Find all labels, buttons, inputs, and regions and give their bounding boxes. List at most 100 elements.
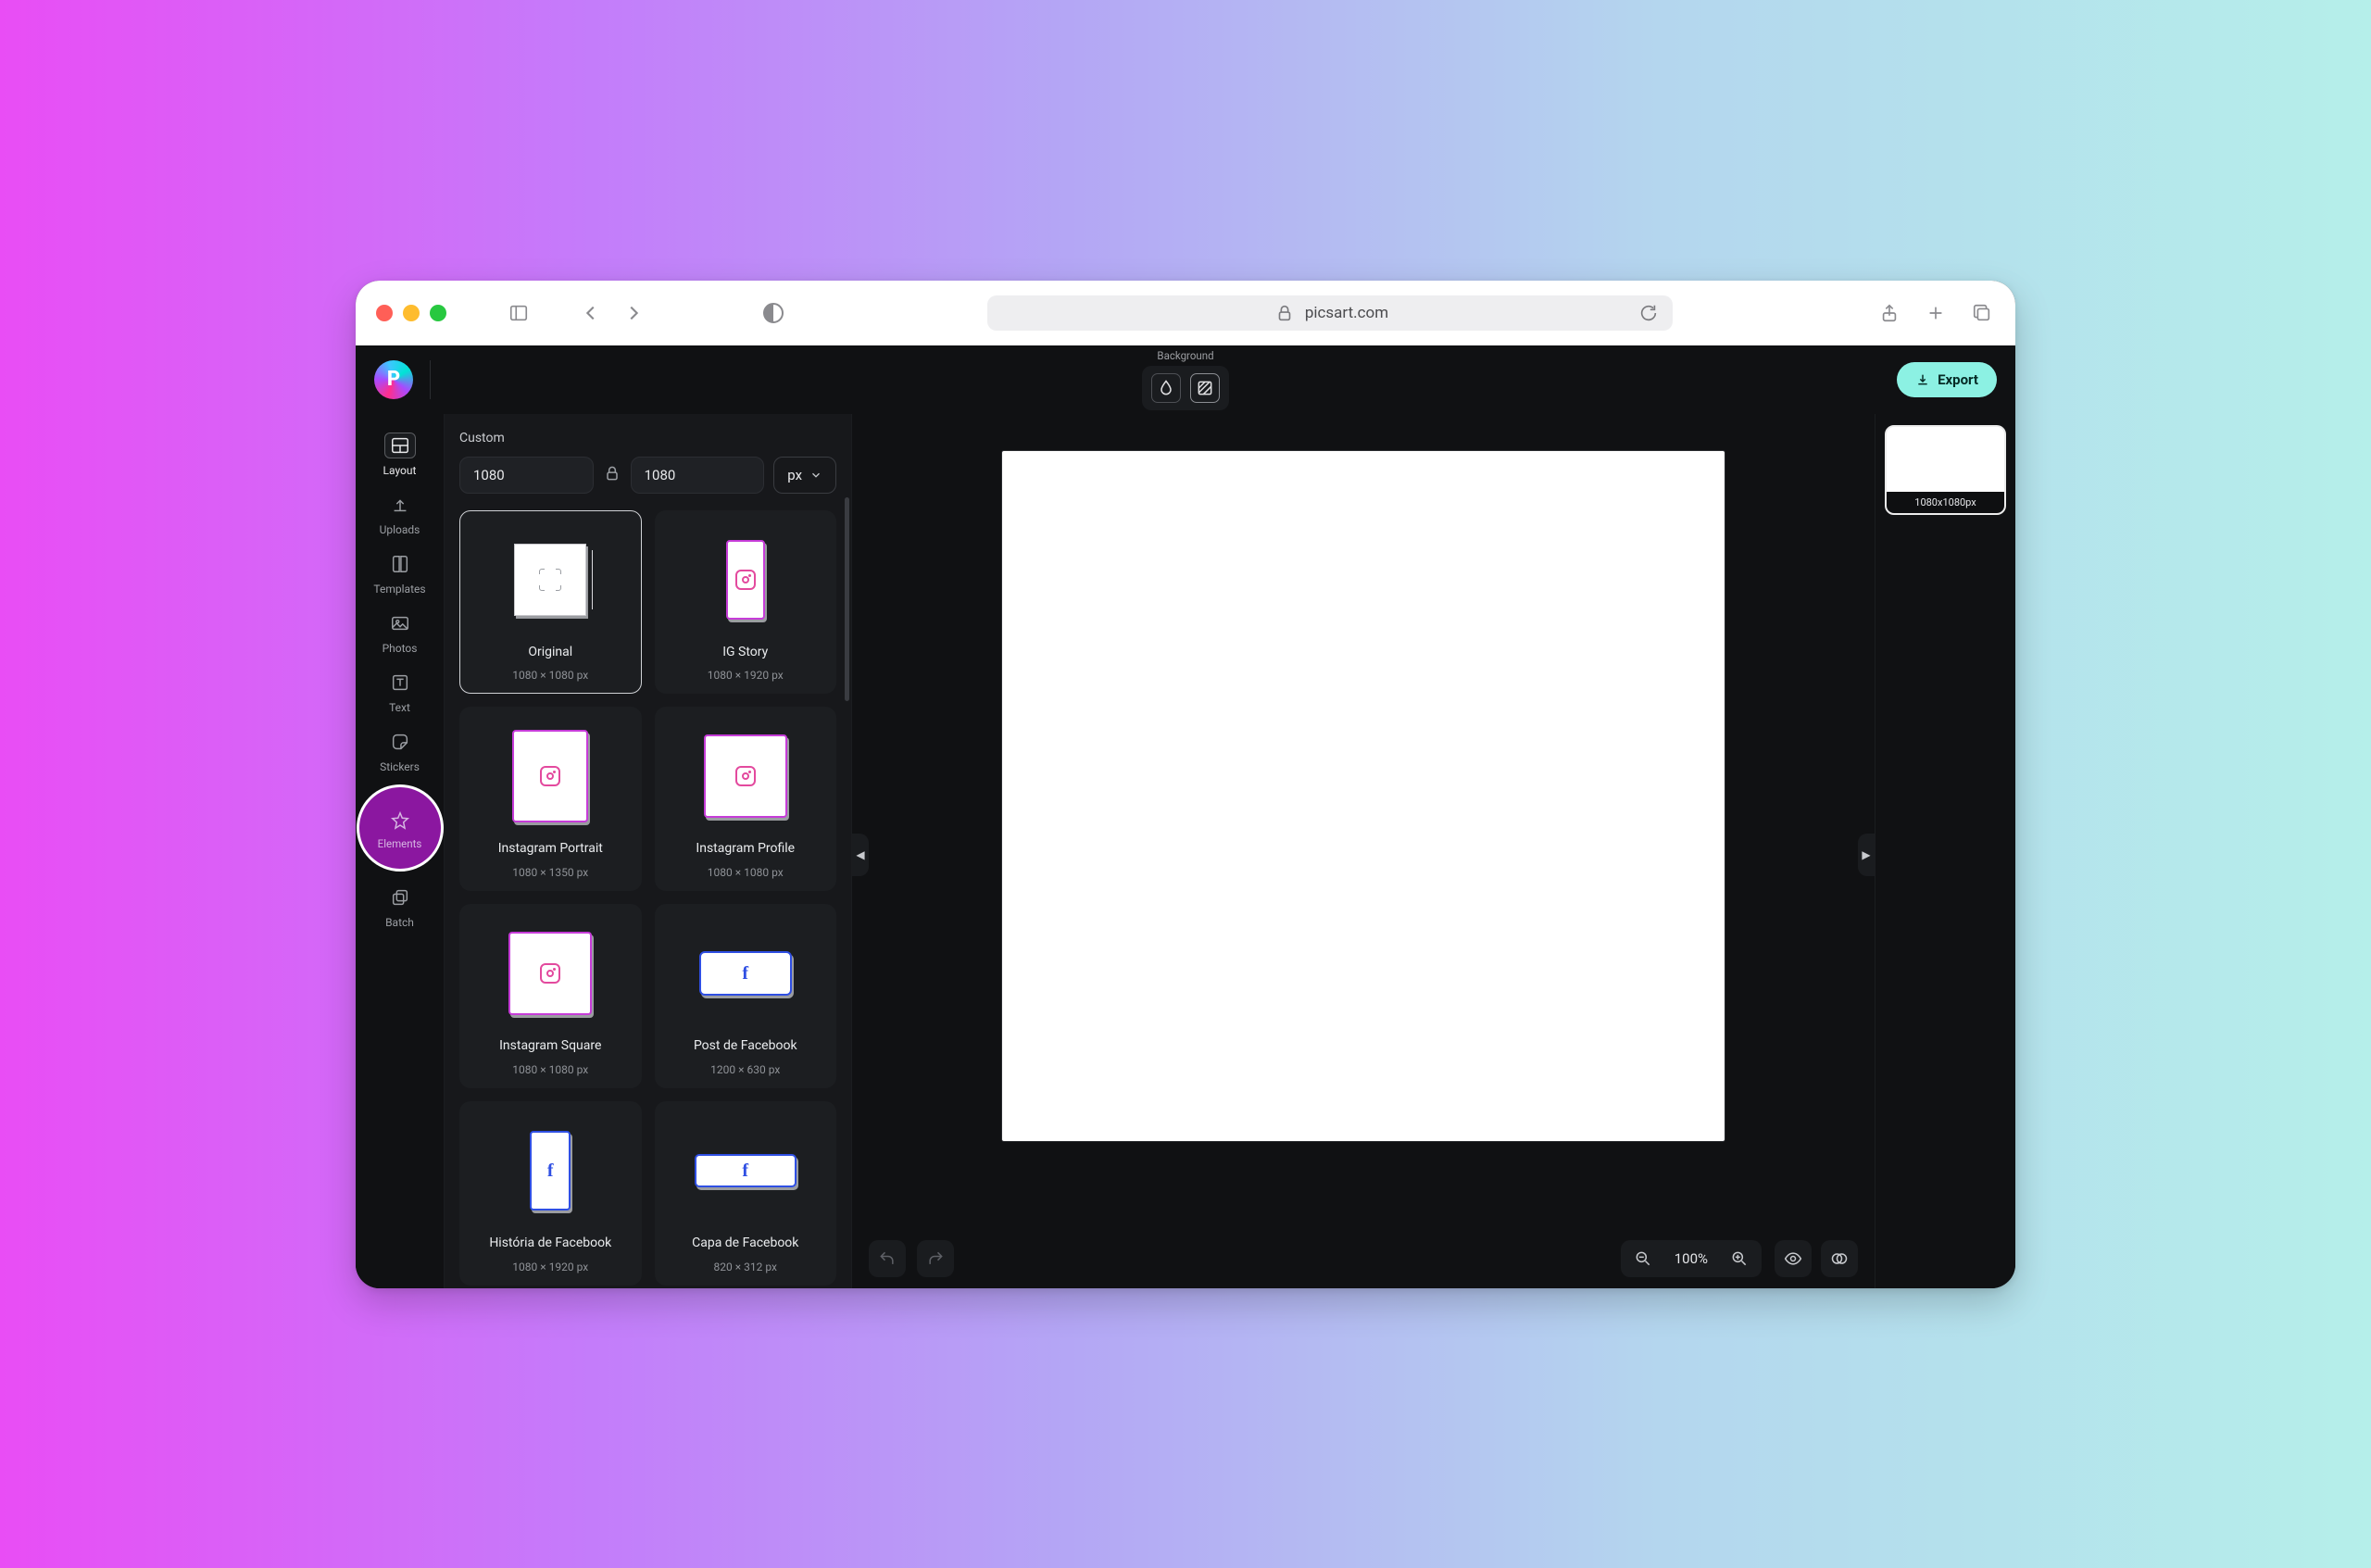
rail-item-label: Text	[389, 701, 410, 714]
preset-ig-square[interactable]: Instagram Square 1080 × 1080 px	[459, 904, 642, 1088]
preset-thumb	[508, 932, 592, 1015]
picsart-logo[interactable]	[374, 360, 413, 399]
panel-title: Custom	[459, 431, 836, 445]
preset-fb-story[interactable]: f História de Facebook 1080 × 1920 px	[459, 1101, 642, 1286]
zoom-level[interactable]: 100%	[1669, 1250, 1713, 1267]
collapse-right-panel[interactable]: ▶	[1858, 834, 1875, 876]
layout-panel: Custom 1080 1080 px Original	[445, 414, 852, 1288]
sidebar-toggle-icon[interactable]	[506, 300, 532, 326]
nav-forward-icon[interactable]	[621, 300, 646, 326]
preset-ig-portrait[interactable]: Instagram Portrait 1080 × 1350 px	[459, 707, 642, 891]
browser-window: picsart.com Background	[356, 281, 2015, 1288]
rail-item-photos[interactable]: Photos	[361, 603, 439, 660]
preset-name: Instagram Profile	[696, 841, 795, 857]
preset-name: Instagram Square	[499, 1038, 601, 1054]
export-button[interactable]: Export	[1897, 362, 1997, 397]
tabs-icon[interactable]	[1969, 300, 1995, 326]
page-thumb[interactable]: 1080x1080px	[1885, 425, 2006, 515]
preset-dims: 1080 × 1350 px	[512, 866, 588, 879]
bottom-bar: 100%	[852, 1229, 1875, 1288]
view-controls	[1775, 1240, 1858, 1277]
close-window[interactable]	[376, 305, 393, 321]
preset-name: Post de Facebook	[694, 1038, 797, 1054]
app-root: Background Export	[356, 345, 2015, 1288]
templates-icon	[384, 551, 416, 577]
upload-icon	[384, 492, 416, 518]
preset-ig-profile[interactable]: Instagram Profile 1080 × 1080 px	[655, 707, 837, 891]
rail-item-layout[interactable]: Layout	[361, 425, 439, 483]
preset-dims: 1080 × 1920 px	[708, 669, 784, 682]
undo-button[interactable]	[869, 1240, 906, 1277]
preset-fb-cover[interactable]: f Capa de Facebook 820 × 312 px	[655, 1101, 837, 1286]
background-color-button[interactable]	[1151, 373, 1181, 403]
address-bar[interactable]: picsart.com	[987, 295, 1673, 331]
background-label: Background	[1142, 349, 1229, 362]
photos-icon	[384, 610, 416, 636]
rail-item-batch[interactable]: Batch	[361, 877, 439, 935]
canvas[interactable]	[1002, 451, 1725, 1141]
zoom-controls: 100%	[1621, 1240, 1762, 1277]
unit-dropdown[interactable]: px	[773, 457, 836, 494]
zoom-in-button[interactable]	[1723, 1240, 1756, 1277]
preset-ig-story[interactable]: IG Story 1080 × 1920 px	[655, 510, 837, 695]
left-rail: Layout Uploads Templates Photos Text	[356, 414, 445, 1288]
export-label: Export	[1938, 371, 1978, 388]
preset-name: Original	[528, 645, 572, 660]
stickers-icon	[384, 729, 416, 755]
preset-thumb: f	[695, 1154, 797, 1187]
preset-name: História de Facebook	[489, 1236, 611, 1251]
rail-item-text[interactable]: Text	[361, 662, 439, 720]
instagram-icon	[540, 766, 560, 786]
preset-original[interactable]: Original 1080 × 1080 px	[459, 510, 642, 695]
nav-back-icon[interactable]	[578, 300, 604, 326]
aspect-lock-icon[interactable]	[603, 464, 621, 486]
preset-thumb	[726, 540, 765, 620]
redo-button[interactable]	[917, 1240, 954, 1277]
height-input[interactable]: 1080	[631, 457, 765, 494]
app-body: Layout Uploads Templates Photos Text	[356, 414, 2015, 1288]
preset-dims: 1080 × 1920 px	[512, 1261, 588, 1273]
preview-button[interactable]	[1775, 1240, 1812, 1277]
width-input[interactable]: 1080	[459, 457, 594, 494]
zoom-window[interactable]	[430, 305, 446, 321]
rail-item-uploads[interactable]: Uploads	[361, 484, 439, 542]
reload-icon[interactable]	[1636, 300, 1662, 326]
rail-item-templates[interactable]: Templates	[361, 544, 439, 601]
layout-icon	[384, 433, 416, 458]
preset-dims: 1080 × 1080 px	[512, 1063, 588, 1076]
header-divider	[430, 360, 431, 399]
preset-fb-post[interactable]: f Post de Facebook 1200 × 630 px	[655, 904, 837, 1088]
rail-item-stickers[interactable]: Stickers	[361, 721, 439, 779]
rail-item-label: Stickers	[380, 760, 420, 773]
rail-item-label: Templates	[373, 583, 425, 596]
rail-item-elements[interactable]: Elements	[357, 784, 444, 872]
app-header: Background Export	[356, 345, 2015, 414]
canvas-stage: ◀ ▶ 100%	[852, 414, 1875, 1288]
batch-icon	[384, 884, 416, 910]
privacy-shield-icon[interactable]	[763, 303, 784, 323]
layers-button[interactable]	[1821, 1240, 1858, 1277]
background-pattern-button[interactable]	[1190, 373, 1220, 403]
rail-item-label: Uploads	[380, 523, 420, 536]
share-icon[interactable]	[1876, 300, 1902, 326]
rail-item-label: Batch	[385, 916, 414, 929]
pages-panel: 1080x1080px	[1875, 414, 2015, 1288]
download-icon	[1915, 372, 1930, 387]
zoom-out-button[interactable]	[1626, 1240, 1660, 1277]
text-icon	[384, 670, 416, 696]
preset-thumb	[512, 730, 588, 822]
background-controls: Background	[1142, 349, 1229, 410]
preset-thumb	[704, 734, 787, 818]
chevron-down-icon	[809, 469, 822, 482]
rail-item-label: Layout	[383, 464, 417, 477]
rail-item-label: Photos	[383, 642, 418, 655]
facebook-icon: f	[742, 964, 748, 983]
preset-dims: 1080 × 1080 px	[708, 866, 784, 879]
minimize-window[interactable]	[403, 305, 420, 321]
preset-name: Capa de Facebook	[692, 1236, 798, 1251]
collapse-left-panel[interactable]: ◀	[852, 834, 869, 876]
new-tab-icon[interactable]	[1923, 300, 1949, 326]
custom-size-row: 1080 1080 px	[459, 457, 836, 494]
address-bar-host: picsart.com	[1305, 304, 1388, 322]
preset-name: IG Story	[722, 645, 768, 660]
